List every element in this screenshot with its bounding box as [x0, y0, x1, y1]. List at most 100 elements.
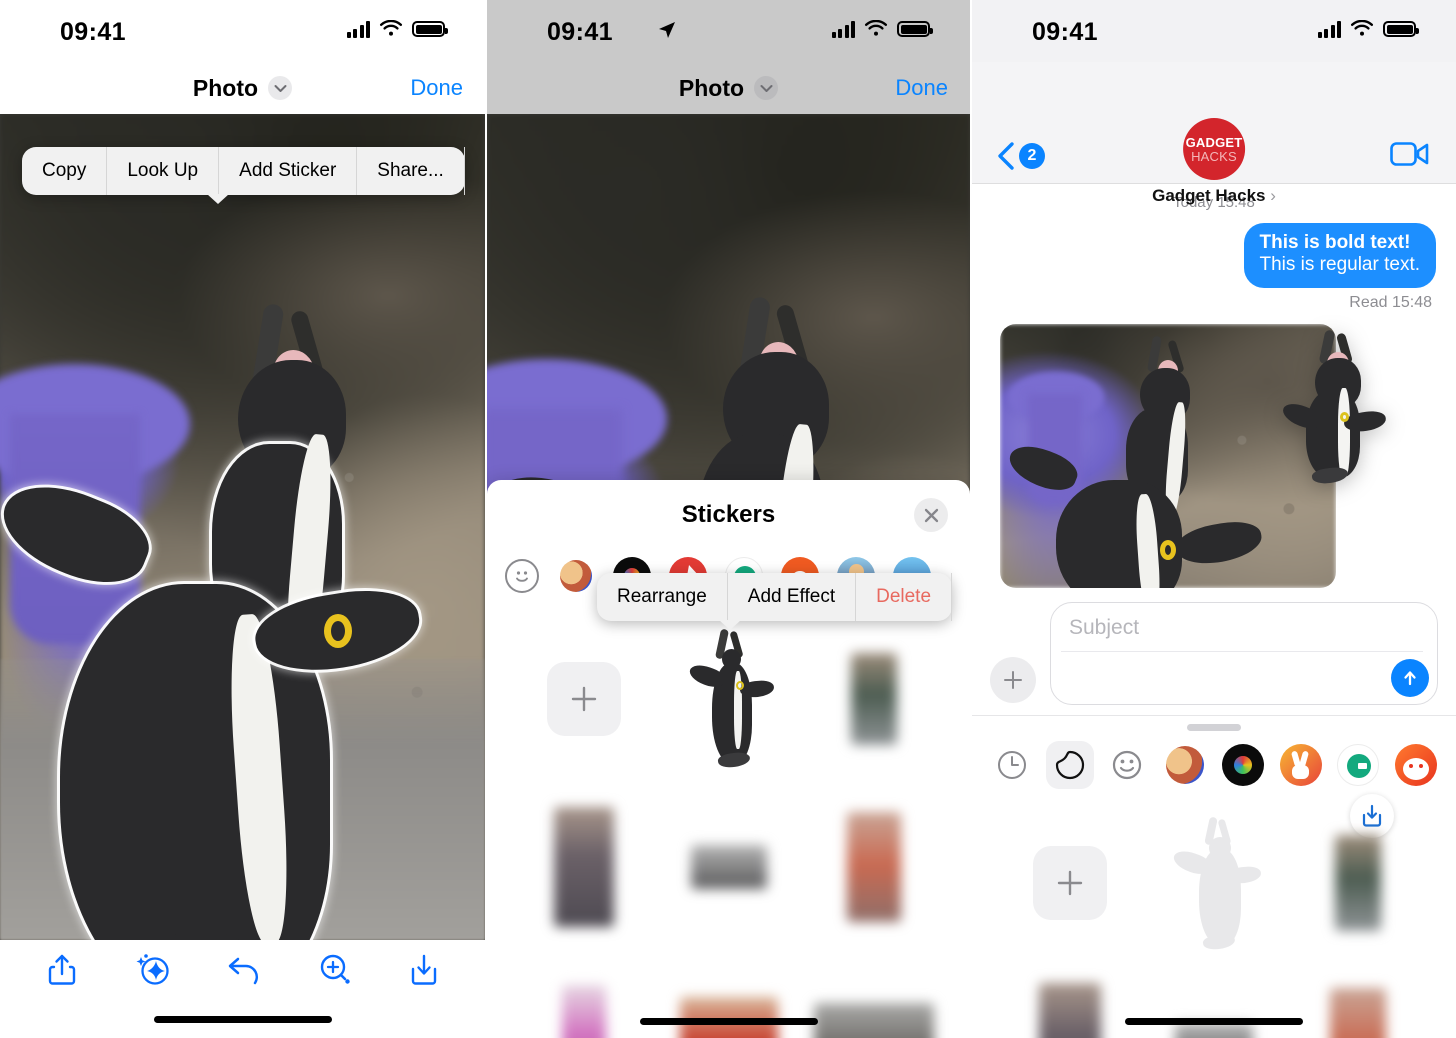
wifi-icon [865, 20, 887, 36]
blurred-sticker[interactable] [690, 845, 767, 889]
context-menu-item-add-effect[interactable]: Add Effect [728, 573, 857, 621]
sticker-cell-penguin[interactable] [656, 624, 801, 774]
cellular-bars-icon [346, 20, 370, 38]
back-button[interactable]: 2 [996, 140, 1045, 172]
sticker-cell-blurred[interactable] [1286, 813, 1430, 953]
message-bubble[interactable]: This is bold text! This is regular text. [1243, 223, 1442, 288]
vinyl-record-app-icon[interactable] [1221, 743, 1264, 786]
blurred-sticker[interactable] [1335, 834, 1381, 931]
sticker-context-menu: Rearrange Add Effect Delete [597, 573, 953, 630]
home-indicator[interactable] [153, 1015, 332, 1023]
blurred-sticker[interactable] [553, 807, 614, 927]
message-input-container[interactable]: Subject [1050, 601, 1438, 705]
conversation-header: 2 GADGET HACKS Gadget Hacks › [972, 62, 1456, 205]
photo-canvas[interactable]: Copy Look Up Add Sticker Share... [0, 114, 485, 940]
status-indicators [1317, 20, 1419, 38]
chevron-right-icon: › [1270, 186, 1276, 205]
penguin-tag [324, 614, 352, 648]
sticker-cell-blurred[interactable] [801, 624, 946, 774]
undo-arrow-icon[interactable] [227, 955, 261, 985]
visual-lookup-sticker-icon[interactable] [134, 953, 170, 987]
chevron-left-icon[interactable] [996, 140, 1016, 172]
sticker-cell-blurred[interactable] [511, 792, 656, 942]
compose-bar: Subject [972, 588, 1456, 715]
sticker-peel-icon[interactable] [1054, 749, 1086, 781]
sticker-tab-grammarly[interactable] [1334, 741, 1382, 789]
context-menu-item-delete[interactable]: Delete [856, 573, 953, 621]
subject-divider [1061, 650, 1423, 652]
peace-hand-app-icon[interactable] [1279, 743, 1322, 786]
context-menu-item-copy[interactable]: Copy [22, 147, 108, 195]
zoom-in-icon[interactable] [318, 953, 352, 987]
reddit-app-icon[interactable] [1394, 743, 1437, 786]
cellular-bars-icon [831, 20, 855, 38]
plus-icon[interactable] [1033, 845, 1107, 920]
send-arrow-up-icon[interactable] [1400, 668, 1420, 688]
penguin-sticker-silhouette[interactable] [1169, 816, 1262, 951]
contact-name[interactable]: Gadget Hacks › [1152, 186, 1276, 206]
done-button[interactable]: Done [895, 75, 948, 101]
dragged-penguin-sticker[interactable] [1279, 329, 1392, 490]
home-indicator-area [972, 1004, 1456, 1038]
context-menu-item-add-sticker[interactable]: Add Sticker [219, 147, 358, 195]
page-title: Photo [678, 74, 745, 101]
nav-title-group[interactable]: Photo [192, 74, 293, 102]
panel-messages: 09:41 2 GADGET HACKS Gadget Hacks › Toda… [970, 0, 1456, 1038]
status-bar: 09:41 [0, 0, 485, 62]
blurred-sticker[interactable] [846, 812, 901, 922]
sticker-cell-penguin-placeholder[interactable] [1142, 813, 1286, 953]
chevron-down-icon[interactable] [754, 76, 779, 100]
sticker-tab-peace[interactable] [1277, 741, 1325, 789]
recents-clock-icon[interactable] [996, 749, 1028, 781]
emoji-smiley-icon[interactable] [505, 559, 539, 593]
sheet-title: Stickers [681, 501, 776, 528]
subject-field[interactable]: Subject [1069, 616, 1139, 640]
sticker-tab-memoji[interactable] [1161, 741, 1209, 789]
status-indicators [831, 20, 933, 38]
status-time: 09:41 [60, 18, 126, 46]
photo-nav-bar: Photo Done [487, 62, 970, 114]
sticker-tab-recents[interactable] [988, 741, 1036, 789]
status-indicators [346, 20, 448, 38]
memoji-app-icon[interactable] [557, 557, 595, 595]
save-download-icon[interactable] [409, 953, 439, 987]
page-title: Photo [192, 74, 259, 101]
plus-icon[interactable] [546, 662, 621, 736]
video-camera-icon[interactable] [1390, 140, 1430, 168]
done-button[interactable]: Done [410, 75, 463, 101]
contact-header[interactable]: GADGET HACKS Gadget Hacks › [1152, 118, 1276, 206]
sticker-tab-reddit[interactable] [1392, 741, 1440, 789]
sticker-cell-blurred[interactable] [656, 792, 801, 942]
sheet-header: Stickers [487, 480, 970, 550]
context-menu-item-share[interactable]: Share... [357, 147, 465, 195]
battery-icon [897, 21, 933, 37]
sticker-tab-emoji[interactable] [1103, 741, 1151, 789]
sticker-cell-add[interactable] [998, 813, 1142, 953]
sticker-cell-add[interactable] [511, 624, 656, 774]
nav-title-group[interactable]: Photo [678, 74, 779, 102]
drag-grabber-icon[interactable] [1187, 723, 1241, 731]
home-indicator-area [0, 1000, 485, 1038]
context-menu-item-rearrange[interactable]: Rearrange [597, 573, 728, 621]
share-icon[interactable] [47, 953, 77, 987]
plus-icon[interactable] [990, 656, 1036, 703]
photo-nav-bar: Photo Done [0, 62, 485, 114]
close-x-icon[interactable] [914, 498, 948, 532]
avatar[interactable]: GADGET HACKS [1182, 118, 1245, 180]
home-indicator[interactable] [639, 1017, 818, 1025]
chevron-down-icon[interactable] [268, 76, 293, 100]
home-indicator[interactable] [1125, 1017, 1303, 1025]
status-time: 09:41 [1032, 18, 1098, 46]
sticker-cell-blurred[interactable] [801, 792, 946, 942]
unread-badge: 2 [1019, 143, 1045, 169]
status-time: 09:41 [547, 18, 613, 46]
send-button[interactable] [1391, 658, 1429, 697]
sticker-tab-vinyl[interactable] [1219, 741, 1267, 789]
grammarly-app-icon[interactable] [1337, 743, 1380, 786]
memoji-app-icon[interactable] [1164, 743, 1207, 786]
sticker-tab-stickers[interactable] [1045, 740, 1094, 789]
context-menu-item-look-up[interactable]: Look Up [107, 147, 220, 195]
emoji-smiley-icon[interactable] [1111, 749, 1143, 781]
blurred-sticker[interactable] [850, 653, 897, 745]
penguin-sticker[interactable] [684, 628, 775, 770]
